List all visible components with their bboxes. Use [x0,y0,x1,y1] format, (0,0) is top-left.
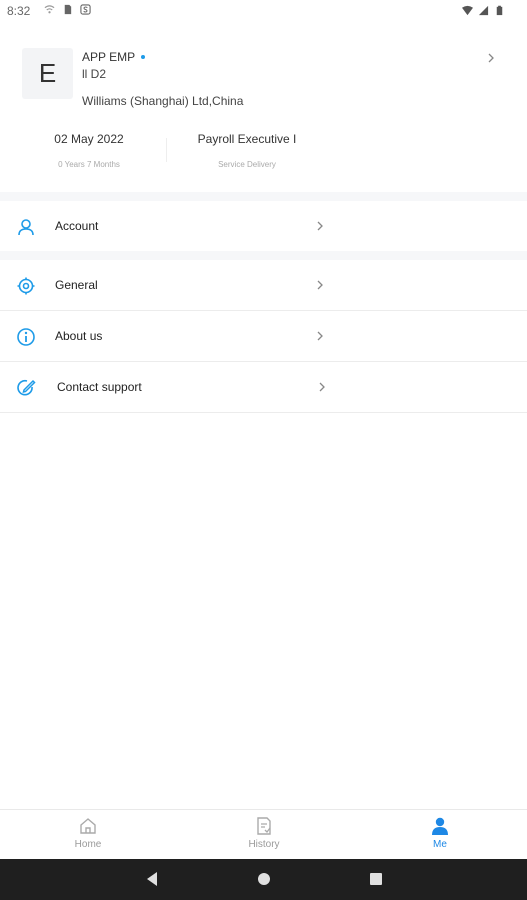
join-date-stat: 02 May 2022 0 Years 7 Months [44,132,134,169]
chevron-right-icon [317,331,323,341]
tab-me[interactable]: Me [400,816,480,850]
wifi-off-icon [44,5,55,14]
tab-home[interactable]: Home [48,816,128,850]
chevron-right-icon[interactable] [487,52,495,64]
s-app-icon [80,4,91,15]
menu-label-contact-support: Contact support [57,380,142,394]
system-nav-bar [0,859,527,900]
status-right-icons [462,5,505,16]
person-icon [18,219,34,236]
home-circle-icon[interactable] [257,871,271,887]
status-time: 8:32 [7,4,31,18]
wifi-icon [462,5,473,16]
position-title: Payroll Executive I [197,132,297,146]
home-icon [80,818,96,834]
tab-history[interactable]: History [224,816,304,850]
status-bar: 8:32 [0,0,527,22]
menu-label-account: Account [55,219,99,233]
me-person-icon [432,817,448,835]
menu-separator [0,412,527,413]
menu-label-about-us: About us [55,329,103,343]
profile-name-row: APP EMP [82,50,146,64]
section-divider [0,251,527,260]
history-icon [257,817,271,835]
tab-label-home: Home [74,839,102,850]
edit-support-icon [17,379,36,396]
tab-label-me: Me [433,839,447,850]
chevron-right-icon [319,382,325,392]
chevron-right-icon [317,280,323,290]
info-icon [17,328,35,346]
recents-icon[interactable] [369,871,383,887]
bottom-tab-bar: Home History Me [0,809,527,859]
profile-id: ll D2 [82,67,107,81]
chevron-right-icon [317,221,323,231]
menu-item-about-us[interactable]: About us [0,311,527,361]
tenure: 0 Years 7 Months [58,160,120,169]
menu-item-account[interactable]: Account [0,201,527,251]
profile-name: APP EMP [82,50,136,64]
settings-icon [17,277,35,295]
menu-item-contact-support[interactable]: Contact support [0,362,527,412]
department: Service Delivery [218,160,276,169]
back-icon[interactable] [145,871,159,887]
position-stat: Payroll Executive I Service Delivery [188,132,306,169]
online-status-dot [141,55,146,59]
signal-icon [478,5,489,16]
profile-header[interactable]: E APP EMP ll D2 Williams (Shanghai) Ltd,… [0,22,527,192]
tab-label-history: History [248,839,280,850]
menu-label-general: General [55,278,98,292]
section-divider [0,192,527,201]
menu-item-general[interactable]: General [0,260,527,310]
status-left-icons [44,4,91,15]
sim-card-icon [64,4,72,15]
join-date: 02 May 2022 [54,132,124,146]
stat-divider [166,138,167,162]
avatar[interactable]: E [22,48,73,99]
profile-company: Williams (Shanghai) Ltd,China [82,94,244,108]
battery-icon [496,5,503,16]
